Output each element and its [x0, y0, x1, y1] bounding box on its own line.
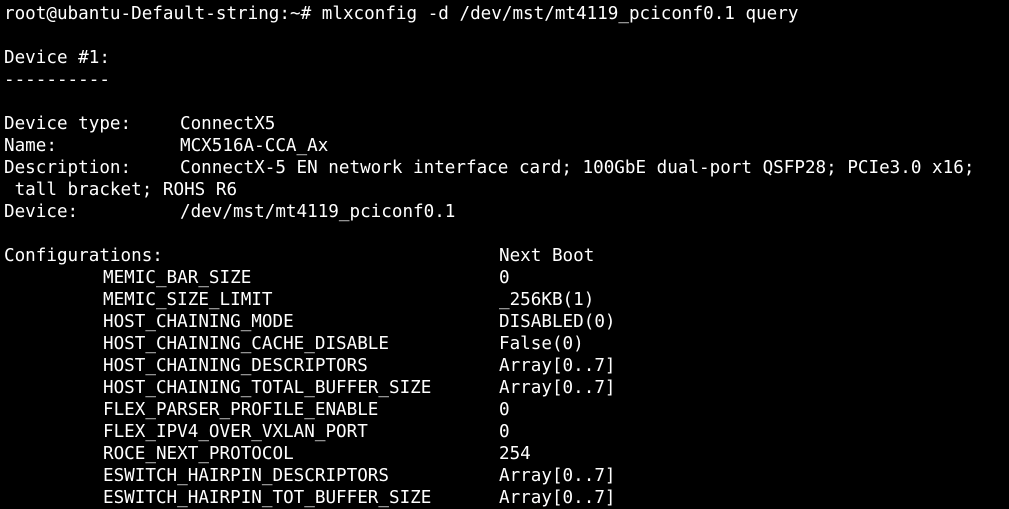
param-value: Array[0..7]: [499, 466, 616, 486]
terminal-output[interactable]: root@ubantu-Default-string:~# mlxconfig …: [4, 3, 1009, 508]
info-key: Device:: [4, 202, 79, 222]
shell-prompt: root@ubantu-Default-string:~#: [4, 4, 312, 24]
configurations-header: Configurations: Next Boot: [4, 245, 1009, 267]
config-param-row: ESWITCH_HAIRPIN_TOT_BUFFER_SIZE Array[0..…: [4, 487, 1009, 509]
param-value: DISABLED(0): [499, 312, 616, 332]
next-boot-label: Next Boot: [499, 246, 595, 266]
param-value: _256KB(1): [499, 290, 595, 310]
config-param-row: HOST_CHAINING_TOTAL_BUFFER_SIZE Array[0..…: [4, 377, 1009, 399]
config-param-row: FLEX_IPV4_OVER_VXLAN_PORT 0: [4, 421, 1009, 443]
config-param-row: MEMIC_SIZE_LIMIT _256KB(1): [4, 289, 1009, 311]
param-value: 0: [499, 268, 510, 288]
config-param-row: MEMIC_BAR_SIZE 0: [4, 267, 1009, 289]
command-line: root@ubantu-Default-string:~# mlxconfig …: [4, 3, 1009, 25]
device-header-separator: ----------: [4, 70, 110, 90]
info-key: Name:: [4, 136, 57, 156]
param-value: Array[0..7]: [499, 356, 616, 376]
config-param-row: FLEX_PARSER_PROFILE_ENABLE 0: [4, 399, 1009, 421]
config-param-row: ROCE_NEXT_PROTOCOL 254: [4, 443, 1009, 465]
info-row-description-wrap: tall bracket; ROHS R6: [4, 179, 1009, 201]
param-name: MEMIC_SIZE_LIMIT: [103, 290, 273, 310]
param-name: ESWITCH_HAIRPIN_TOT_BUFFER_SIZE: [103, 488, 432, 508]
info-value: ConnectX-5 EN network interface card; 10…: [180, 158, 975, 178]
device-header: Device #1:: [4, 48, 110, 68]
configurations-label: Configurations:: [4, 246, 163, 266]
config-param-list: MEMIC_BAR_SIZE 0 MEMIC_SIZE_LIMIT _256KB(1…: [4, 267, 1009, 509]
info-key: Device type:: [4, 114, 132, 134]
info-value: ConnectX5: [180, 114, 276, 134]
info-row-name: Name: MCX516A-CCA_Ax: [4, 135, 1009, 157]
config-param-row: ESWITCH_HAIRPIN_DESCRIPTORS Array[0..7]: [4, 465, 1009, 487]
info-row-device-type: Device type: ConnectX5: [4, 113, 1009, 135]
info-value: MCX516A-CCA_Ax: [180, 136, 329, 156]
param-name: MEMIC_BAR_SIZE: [103, 268, 252, 288]
info-row-device-path: Device: /dev/mst/mt4119_pciconf0.1: [4, 201, 1009, 223]
param-value: False(0): [499, 334, 584, 354]
info-key: Description:: [4, 158, 132, 178]
param-name: HOST_CHAINING_CACHE_DISABLE: [103, 334, 389, 354]
config-param-row: HOST_CHAINING_CACHE_DISABLE False(0): [4, 333, 1009, 355]
info-row-description: Description: ConnectX-5 EN network interf…: [4, 157, 1009, 179]
param-name: FLEX_PARSER_PROFILE_ENABLE: [103, 400, 379, 420]
param-value: Array[0..7]: [499, 488, 616, 508]
param-name: HOST_CHAINING_DESCRIPTORS: [103, 356, 368, 376]
param-value: 0: [499, 400, 510, 420]
shell-command: mlxconfig -d /dev/mst/mt4119_pciconf0.1 …: [321, 4, 799, 24]
info-value: /dev/mst/mt4119_pciconf0.1: [180, 202, 456, 222]
param-name: ROCE_NEXT_PROTOCOL: [103, 444, 294, 464]
config-param-row: HOST_CHAINING_MODE DISABLED(0): [4, 311, 1009, 333]
param-name: HOST_CHAINING_MODE: [103, 312, 294, 332]
param-value: 0: [499, 422, 510, 442]
param-value: 254: [499, 444, 531, 464]
param-value: Array[0..7]: [499, 378, 616, 398]
param-name: ESWITCH_HAIRPIN_DESCRIPTORS: [103, 466, 389, 486]
param-name: FLEX_IPV4_OVER_VXLAN_PORT: [103, 422, 368, 442]
param-name: HOST_CHAINING_TOTAL_BUFFER_SIZE: [103, 378, 432, 398]
info-value: tall bracket; ROHS R6: [4, 180, 238, 200]
config-param-row: HOST_CHAINING_DESCRIPTORS Array[0..7]: [4, 355, 1009, 377]
